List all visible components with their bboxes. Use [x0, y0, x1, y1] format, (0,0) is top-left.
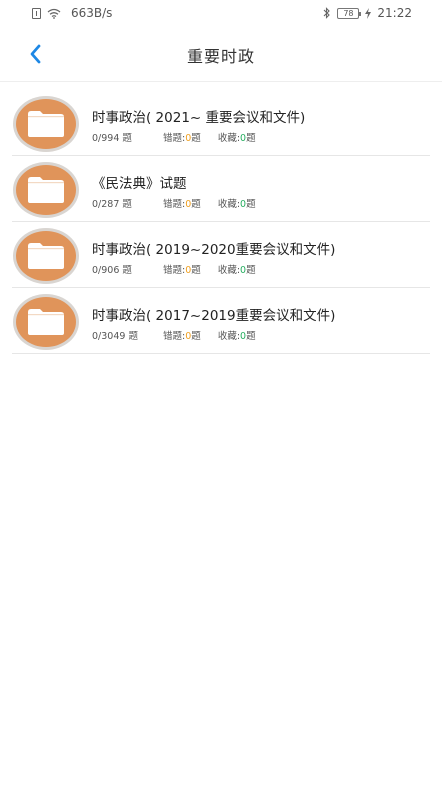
charging-icon — [365, 7, 372, 19]
status-bar: 663B/s 78 21:22 — [0, 0, 442, 26]
folder-avatar — [13, 162, 79, 218]
status-right: 78 21:22 — [323, 6, 412, 20]
wrong-count: 错题:0题 — [163, 133, 201, 144]
page-title: 重要时政 — [186, 47, 255, 66]
topic-list: 时事政治( 2021~ 重要会议和文件) 0/994 题 错题:0题 收藏:0题… — [12, 90, 430, 354]
progress-count: 0/3049 题 — [92, 331, 138, 342]
item-title: 时事政治( 2021~ 重要会议和文件) — [92, 110, 306, 126]
status-left: 663B/s — [32, 6, 112, 20]
item-meta: 0/287 题 错题:0题 收藏:0题 — [92, 196, 270, 210]
item-meta: 0/3049 题 错题:0题 收藏:0题 — [92, 328, 270, 342]
folder-icon — [28, 177, 64, 203]
list-item[interactable]: 时事政治( 2017~2019重要会议和文件) 0/3049 题 错题:0题 收… — [12, 288, 430, 354]
wrong-count: 错题:0题 — [163, 331, 201, 342]
folder-avatar — [13, 96, 79, 152]
wrong-count: 错题:0题 — [163, 265, 201, 276]
folder-avatar — [13, 228, 79, 284]
folder-icon — [28, 111, 64, 137]
folder-icon — [28, 243, 64, 269]
folder-icon — [28, 309, 64, 335]
favorite-count: 收藏:0题 — [217, 199, 256, 210]
item-meta: 0/906 题 错题:0题 收藏:0题 — [92, 262, 270, 276]
list-item[interactable]: 《民法典》试题 0/287 题 错题:0题 收藏:0题 — [12, 156, 430, 222]
wrong-count: 错题:0题 — [163, 199, 201, 210]
item-title: 时事政治( 2019~2020重要会议和文件) — [92, 242, 336, 258]
item-title: 时事政治( 2017~2019重要会议和文件) — [92, 308, 336, 324]
favorite-count: 收藏:0题 — [217, 133, 256, 144]
nav-bar: 重要时政 — [0, 26, 442, 82]
favorite-count: 收藏:0题 — [217, 331, 256, 342]
bluetooth-icon — [324, 7, 331, 19]
progress-count: 0/906 题 — [92, 265, 132, 276]
progress-count: 0/994 题 — [92, 133, 132, 144]
folder-avatar — [13, 294, 79, 350]
list-item[interactable]: 时事政治( 2021~ 重要会议和文件) 0/994 题 错题:0题 收藏:0题 — [12, 90, 430, 156]
progress-count: 0/287 题 — [92, 199, 132, 210]
item-title: 《民法典》试题 — [92, 176, 187, 192]
item-meta: 0/994 题 错题:0题 收藏:0题 — [92, 130, 270, 144]
battery-icon: 78 — [337, 7, 362, 19]
wifi-icon — [47, 8, 61, 19]
list-item[interactable]: 时事政治( 2019~2020重要会议和文件) 0/906 题 错题:0题 收藏… — [12, 222, 430, 288]
network-speed: 663B/s — [71, 6, 113, 20]
sim-card-icon — [32, 7, 41, 19]
favorite-count: 收藏:0题 — [217, 265, 256, 276]
clock-time: 21:22 — [377, 6, 412, 20]
